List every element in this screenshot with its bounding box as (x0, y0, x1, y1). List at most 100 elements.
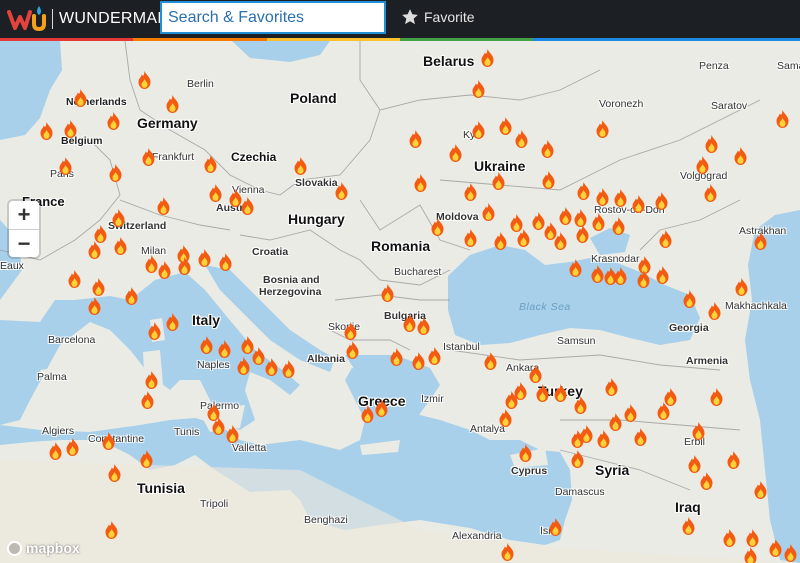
fire-icon[interactable] (554, 384, 567, 402)
fire-icon[interactable] (88, 297, 101, 315)
fire-icon[interactable] (105, 521, 118, 539)
fire-icon[interactable] (145, 255, 158, 273)
fire-icon[interactable] (237, 357, 250, 375)
fire-icon[interactable] (390, 348, 403, 366)
fire-icon[interactable] (529, 365, 542, 383)
fire-icon[interactable] (727, 451, 740, 469)
fire-icon[interactable] (178, 257, 191, 275)
fire-icon[interactable] (692, 422, 705, 440)
fire-icon[interactable] (59, 157, 72, 175)
fire-icon[interactable] (484, 352, 497, 370)
fire-icon[interactable] (549, 518, 562, 536)
fire-icon[interactable] (381, 284, 394, 302)
fire-icon[interactable] (554, 232, 567, 250)
fire-icon[interactable] (125, 287, 138, 305)
fire-icon[interactable] (464, 183, 477, 201)
fire-icon[interactable] (734, 147, 747, 165)
fire-icon[interactable] (166, 95, 179, 113)
wu-logo-icon[interactable] (6, 4, 48, 34)
fire-icon[interactable] (656, 266, 669, 284)
fire-icon[interactable] (591, 265, 604, 283)
fire-icon[interactable] (596, 120, 609, 138)
fire-icon[interactable] (158, 261, 171, 279)
fire-icon[interactable] (499, 409, 512, 427)
fire-icon[interactable] (637, 270, 650, 288)
fire-icon[interactable] (92, 278, 105, 296)
fire-icon[interactable] (499, 117, 512, 135)
fire-icon[interactable] (109, 164, 122, 182)
fire-icon[interactable] (784, 544, 797, 562)
fire-icon[interactable] (596, 188, 609, 206)
fire-icon[interactable] (708, 302, 721, 320)
fire-icon[interactable] (207, 403, 220, 421)
fire-icon[interactable] (417, 317, 430, 335)
fire-icon[interactable] (735, 278, 748, 296)
fire-icon[interactable] (335, 182, 348, 200)
mapbox-attribution[interactable]: mapbox (7, 540, 80, 556)
fire-icon[interactable] (140, 450, 153, 468)
map-canvas[interactable]: Belarus Poland Germany Netherlands Belgi… (0, 41, 800, 563)
fire-icon[interactable] (198, 249, 211, 267)
fire-icon[interactable] (723, 529, 736, 547)
fire-icon[interactable] (536, 384, 549, 402)
favorite-button[interactable]: Favorite (401, 8, 475, 26)
search-input[interactable] (160, 1, 386, 34)
fire-icon[interactable] (282, 360, 295, 378)
fire-icon[interactable] (542, 171, 555, 189)
fire-icon[interactable] (501, 543, 514, 561)
fire-icon[interactable] (657, 402, 670, 420)
fire-icon[interactable] (409, 130, 422, 148)
fire-icon[interactable] (68, 270, 81, 288)
fire-icon[interactable] (494, 232, 507, 250)
fire-icon[interactable] (574, 396, 587, 414)
fire-icon[interactable] (655, 192, 668, 210)
fire-icon[interactable] (559, 207, 572, 225)
fire-icon[interactable] (209, 184, 222, 202)
fire-icon[interactable] (265, 358, 278, 376)
fire-icon[interactable] (705, 135, 718, 153)
fire-icon[interactable] (294, 157, 307, 175)
fire-icon[interactable] (614, 189, 627, 207)
fire-icon[interactable] (414, 174, 427, 192)
fire-icon[interactable] (412, 352, 425, 370)
fire-icon[interactable] (744, 547, 757, 563)
fire-icon[interactable] (710, 388, 723, 406)
fire-icon[interactable] (704, 184, 717, 202)
fire-icon[interactable] (107, 112, 120, 130)
fire-icon[interactable] (200, 336, 213, 354)
fire-icon[interactable] (482, 203, 495, 221)
fire-icon[interactable] (346, 341, 359, 359)
fire-icon[interactable] (519, 444, 532, 462)
fire-icon[interactable] (472, 121, 485, 139)
fire-icon[interactable] (696, 156, 709, 174)
fire-icon[interactable] (632, 195, 645, 213)
fire-icon[interactable] (148, 322, 161, 340)
fire-icon[interactable] (344, 322, 357, 340)
fire-icon[interactable] (157, 197, 170, 215)
fire-icon[interactable] (166, 313, 179, 331)
fire-icon[interactable] (102, 432, 115, 450)
fire-icon[interactable] (624, 404, 637, 422)
fire-icon[interactable] (746, 529, 759, 547)
fire-icon[interactable] (114, 237, 127, 255)
fire-icon[interactable] (492, 172, 505, 190)
fire-icon[interactable] (252, 347, 265, 365)
fire-icon[interactable] (219, 253, 232, 271)
fire-icon[interactable] (112, 209, 125, 227)
fire-icon[interactable] (40, 122, 53, 140)
fire-icon[interactable] (226, 425, 239, 443)
fire-icon[interactable] (634, 428, 647, 446)
fire-icon[interactable] (66, 438, 79, 456)
fire-icon[interactable] (604, 267, 617, 285)
fire-icon[interactable] (218, 340, 231, 358)
fire-icon[interactable] (682, 517, 695, 535)
fire-icon[interactable] (577, 182, 590, 200)
fire-icon[interactable] (576, 225, 589, 243)
fire-icon[interactable] (64, 120, 77, 138)
fire-icon[interactable] (597, 430, 610, 448)
fire-icon[interactable] (605, 378, 618, 396)
fire-icon[interactable] (754, 481, 767, 499)
fire-icon[interactable] (204, 155, 217, 173)
fire-icon[interactable] (375, 399, 388, 417)
fire-icon[interactable] (571, 450, 584, 468)
